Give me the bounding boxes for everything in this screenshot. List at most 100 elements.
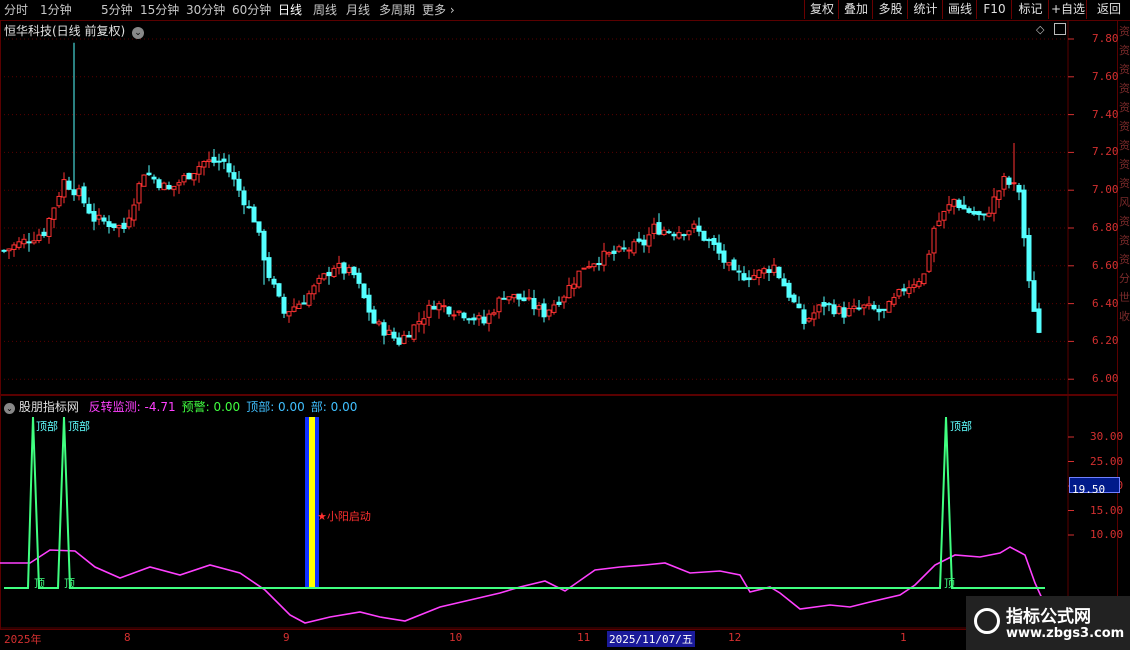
- candle: [161, 181, 167, 191]
- candle: [716, 234, 722, 260]
- toolbar-button[interactable]: 统计: [907, 0, 943, 19]
- top-label: 顶部: [36, 420, 58, 433]
- side-char: 资: [1119, 44, 1130, 57]
- toolbar-button[interactable]: F10: [976, 0, 1012, 19]
- candle: [136, 181, 142, 211]
- readout-label: 预警:: [181, 400, 210, 414]
- candle: [651, 217, 657, 240]
- period-tab[interactable]: 30分钟: [186, 1, 225, 19]
- candle: [391, 327, 397, 341]
- period-tab[interactable]: 60分钟: [232, 1, 271, 19]
- candle: [296, 300, 302, 310]
- candle: [761, 266, 767, 279]
- candle: [371, 305, 377, 324]
- watermark-title: 指标公式网: [1006, 607, 1091, 627]
- candle: [691, 220, 697, 234]
- period-tab[interactable]: 分时: [4, 1, 28, 19]
- period-tab[interactable]: 周线: [313, 1, 337, 19]
- toolbar-button[interactable]: 返回: [1086, 0, 1130, 19]
- toolbar-button[interactable]: 标记: [1011, 0, 1049, 19]
- candle: [196, 161, 202, 183]
- diamond-icon[interactable]: ◇: [1036, 23, 1044, 36]
- period-tab[interactable]: 月线: [346, 1, 370, 19]
- candle: [646, 227, 652, 254]
- candle: [541, 298, 547, 323]
- side-char: 资: [1119, 234, 1130, 247]
- candle: [661, 226, 667, 236]
- stock-title: 恒华科技(日线 前复权) ⌄: [4, 22, 145, 39]
- side-char: 资: [1119, 158, 1130, 171]
- indicator-readout: 部: 0.00: [311, 400, 358, 414]
- candle: [191, 173, 197, 186]
- candle: [971, 206, 977, 216]
- toolbar-button[interactable]: 复权: [804, 0, 839, 19]
- candle: [321, 272, 327, 281]
- candle: [401, 330, 407, 345]
- period-tab[interactable]: 15分钟: [140, 1, 179, 19]
- indicator-readout: 顶部: 0.00: [246, 400, 305, 414]
- reversal-line: [0, 546, 1046, 624]
- kline-chart[interactable]: [0, 20, 1130, 395]
- x-tick-label: 8: [124, 631, 131, 644]
- y-tick-label: 7.40: [1092, 107, 1119, 121]
- candle: [211, 148, 217, 167]
- candle: [251, 204, 257, 223]
- candle: [741, 266, 747, 282]
- signal-bar-core: [309, 417, 315, 588]
- candle: [916, 278, 922, 289]
- candle: [886, 300, 892, 313]
- bottom-label: 顶: [64, 577, 75, 590]
- candle: [811, 305, 817, 327]
- candle: [591, 262, 597, 272]
- period-tab[interactable]: 日线: [278, 1, 302, 19]
- period-tab[interactable]: 多周期: [379, 1, 415, 19]
- candle: [271, 276, 277, 289]
- window-icon[interactable]: [1054, 23, 1066, 35]
- candle: [151, 174, 157, 184]
- x-tick-label: 2025/11/07/五: [607, 631, 695, 647]
- gear-icon[interactable]: ⌄: [4, 403, 15, 414]
- top-label: 顶部: [68, 420, 90, 433]
- candle: [301, 294, 307, 305]
- candle: [306, 290, 312, 308]
- candle: [681, 233, 687, 241]
- toolbar-button[interactable]: 叠加: [838, 0, 873, 19]
- x-tick-label: 9: [283, 631, 290, 644]
- period-tab[interactable]: 1分钟: [40, 1, 72, 19]
- x-tick-label: 11: [577, 631, 591, 644]
- period-tab[interactable]: 5分钟: [101, 1, 133, 19]
- candle: [851, 298, 857, 313]
- candle: [171, 185, 177, 197]
- candle: [911, 278, 917, 293]
- candle: [821, 296, 827, 316]
- candle: [1011, 142, 1017, 191]
- toolbar-button[interactable]: +自选: [1048, 0, 1087, 19]
- candle: [126, 209, 132, 230]
- chevron-down-icon[interactable]: ⌄: [132, 27, 145, 39]
- candle: [366, 288, 372, 321]
- candle: [186, 172, 192, 180]
- y-tick-label: 25.00: [1090, 454, 1124, 468]
- candle: [386, 325, 392, 336]
- period-tab[interactable]: 更多 ›: [422, 1, 455, 19]
- candle: [566, 277, 572, 299]
- side-info-strip: 资资资资资资资资资风资资资分世收: [1119, 22, 1130, 326]
- toolbar-button[interactable]: 画线: [942, 0, 977, 19]
- y-tick-label: 7.80: [1092, 32, 1119, 45]
- y-tick-label: 6.60: [1092, 258, 1119, 272]
- toolbar-button[interactable]: 多股: [872, 0, 908, 19]
- side-char: 世: [1119, 291, 1130, 304]
- candle: [601, 242, 607, 272]
- indicator-readout: 反转监测: -4.71: [89, 400, 176, 414]
- top-label: 顶部: [950, 420, 972, 433]
- candle: [596, 256, 602, 271]
- candle: [421, 310, 427, 334]
- candle: [486, 309, 492, 332]
- candle: [261, 229, 267, 285]
- candle: [921, 273, 927, 286]
- signal-label: ★小阳启动: [317, 510, 371, 523]
- candle: [131, 198, 137, 227]
- candle: [941, 210, 947, 229]
- candle: [6, 248, 12, 260]
- x-tick-label: 10: [449, 631, 463, 644]
